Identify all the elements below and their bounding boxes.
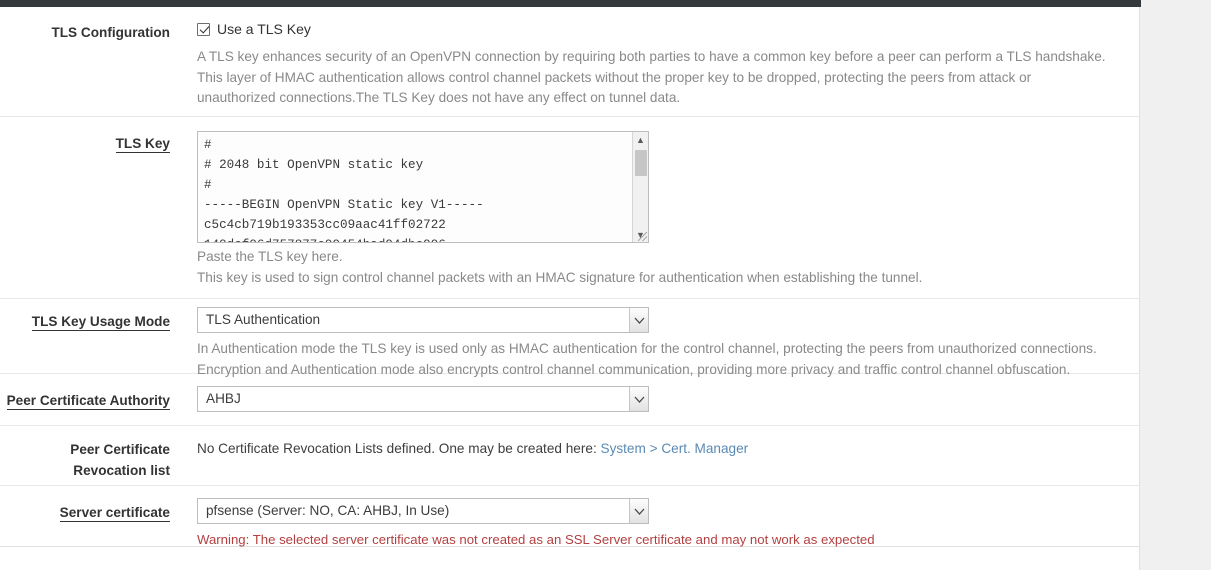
tls-config-help-line-2: This layer of HMAC authentication allows… [197, 69, 1032, 85]
tls-key-scrollbar[interactable]: ▲ ▼ [632, 132, 648, 242]
chevron-down-icon[interactable] [629, 499, 648, 523]
row-server-certificate: Server certificate pfsense (Server: NO, … [0, 486, 1139, 547]
use-tls-key-checkbox-row[interactable]: Use a TLS Key [197, 19, 1123, 39]
tls-config-help-line-3: unauthorized connections.The TLS Key doe… [197, 90, 681, 105]
top-bar [0, 0, 1141, 7]
server-certificate-value: pfsense (Server: NO, CA: AHBJ, In Use) [206, 503, 450, 518]
settings-panel: TLS Configuration Use a TLS Key A TLS ke… [0, 7, 1140, 570]
label-peer-crl-line-1: Peer Certificate [70, 442, 170, 457]
tls-key-usage-mode-select[interactable]: TLS Authentication [197, 307, 649, 333]
tls-config-help-line-1: A TLS key enhances security of an OpenVP… [197, 49, 1106, 64]
field-peer-certificate-revocation-list: No Certificate Revocation Lists defined.… [182, 439, 1139, 459]
row-tls-configuration: TLS Configuration Use a TLS Key A TLS ke… [0, 7, 1139, 117]
label-tls-key: TLS Key [0, 131, 182, 154]
tls-key-help-line-2: This key is used to sign control channel… [197, 269, 923, 285]
resize-grip-icon[interactable] [638, 232, 647, 241]
field-server-certificate: pfsense (Server: NO, CA: AHBJ, In Use) W… [182, 498, 1139, 550]
tls-key-textarea[interactable]: # # 2048 bit OpenVPN static key # -----B… [197, 131, 649, 243]
use-tls-key-label: Use a TLS Key [217, 21, 311, 37]
scroll-up-arrow-icon[interactable]: ▲ [633, 132, 648, 147]
label-tls-configuration: TLS Configuration [0, 19, 182, 43]
field-tls-key: # # 2048 bit OpenVPN static key # -----B… [182, 131, 1139, 288]
label-server-certificate-text: Server certificate [59, 505, 170, 522]
label-tls-key-usage-mode: TLS Key Usage Mode [0, 307, 182, 332]
label-server-certificate: Server certificate [0, 498, 182, 523]
tls-key-help-line-1: Paste the TLS key here. [197, 249, 343, 264]
use-tls-key-checkbox[interactable] [197, 22, 210, 36]
label-peer-certificate-revocation-list: Peer Certificate Revocation list [0, 439, 182, 481]
row-peer-certificate-revocation-list: Peer Certificate Revocation list No Cert… [0, 426, 1139, 486]
server-certificate-select[interactable]: pfsense (Server: NO, CA: AHBJ, In Use) [197, 498, 649, 524]
peer-crl-message-text: No Certificate Revocation Lists defined.… [197, 441, 601, 456]
field-tls-key-usage-mode: TLS Authentication In Authentication mod… [182, 307, 1139, 380]
field-tls-configuration: Use a TLS Key A TLS key enhances securit… [182, 19, 1139, 109]
label-peer-certificate-authority-text: Peer Certificate Authority [6, 393, 170, 410]
label-peer-crl-line-2: Revocation list [73, 463, 170, 478]
chevron-down-icon[interactable] [629, 308, 648, 332]
label-tls-configuration-text: TLS Configuration [51, 25, 170, 40]
peer-certificate-authority-select[interactable]: AHBJ [197, 386, 649, 412]
usage-mode-help-line-2: Encryption and Authentication mode also … [197, 361, 1071, 377]
server-certificate-warning: Warning: The selected server certificate… [197, 532, 875, 547]
tls-key-usage-mode-value: TLS Authentication [206, 312, 321, 327]
usage-mode-help-line-1: In Authentication mode the TLS key is us… [197, 341, 1097, 356]
peer-certificate-authority-value: AHBJ [206, 391, 241, 406]
row-tls-key-usage-mode: TLS Key Usage Mode TLS Authentication In… [0, 299, 1139, 377]
chevron-down-icon[interactable] [629, 387, 648, 411]
peer-crl-message: No Certificate Revocation Lists defined.… [197, 439, 1123, 459]
row-tls-key: TLS Key # # 2048 bit OpenVPN static key … [0, 117, 1139, 299]
row-peer-certificate-authority: Peer Certificate Authority AHBJ [0, 374, 1139, 426]
label-tls-key-text: TLS Key [115, 136, 170, 153]
field-peer-certificate-authority: AHBJ [182, 386, 1139, 412]
label-tls-key-usage-mode-text: TLS Key Usage Mode [31, 314, 170, 331]
page-root: TLS Configuration Use a TLS Key A TLS ke… [0, 0, 1211, 570]
label-peer-certificate-authority: Peer Certificate Authority [0, 386, 182, 411]
cert-manager-link[interactable]: System > Cert. Manager [601, 441, 749, 456]
scrollbar-thumb[interactable] [635, 150, 647, 176]
tls-key-textarea-value: # # 2048 bit OpenVPN static key # -----B… [204, 138, 484, 242]
